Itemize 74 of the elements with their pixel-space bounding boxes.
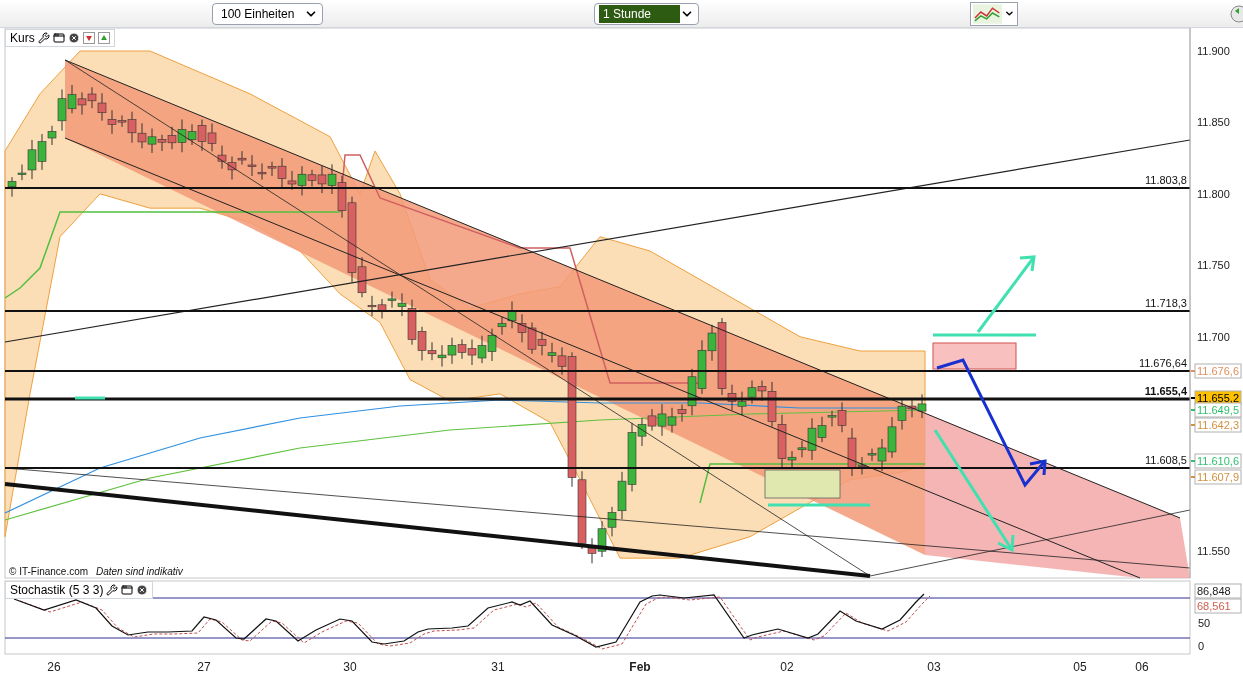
x-axis-label: 05 — [1073, 660, 1087, 674]
window-icon[interactable] — [121, 584, 134, 596]
price-tag: 11.676,6 — [1191, 363, 1242, 379]
candlestick — [507, 301, 517, 329]
candlestick — [387, 291, 397, 309]
panel-title: Stochastik (5 3 3) — [10, 582, 104, 599]
candlestick — [137, 122, 147, 149]
x-axis-label: Feb — [629, 660, 651, 674]
candlestick — [7, 176, 17, 198]
x-axis-label: 27 — [197, 660, 211, 674]
candlestick — [547, 342, 557, 364]
candlestick — [747, 379, 757, 405]
candlestick — [257, 162, 267, 181]
y-axis-label: 11.900 — [1197, 45, 1230, 57]
close-icon[interactable] — [136, 584, 149, 596]
x-axis-label: 02 — [780, 660, 794, 674]
close-icon[interactable] — [67, 32, 80, 44]
settings-icon[interactable] — [106, 584, 119, 596]
price-tag: 11.610,6 — [1191, 453, 1242, 469]
candlestick — [737, 391, 747, 416]
candlestick — [217, 145, 227, 170]
candlestick — [887, 416, 897, 459]
candlestick — [327, 163, 337, 195]
y-axis-label: 11.700 — [1197, 330, 1230, 343]
x-axis-label: 26 — [47, 660, 61, 674]
dropdown-select[interactable]: 100 Einheiten — [212, 2, 323, 25]
y-axis-label: 11.550 — [1197, 545, 1230, 557]
candlestick — [97, 92, 107, 122]
price-tag: 11.649,5 — [1191, 402, 1242, 418]
candlestick — [667, 407, 677, 434]
chart-type-button[interactable] — [970, 1, 1018, 26]
x-axis-label: 31 — [491, 660, 505, 674]
candlestick — [537, 331, 547, 356]
window-icon[interactable] — [52, 32, 65, 44]
level-label: 11.655,4 — [1144, 385, 1187, 397]
price-tag: 11.607,9 — [1191, 469, 1242, 485]
disclaimer-text: Daten sind indikativ — [96, 566, 183, 577]
caret-icon — [1004, 8, 1015, 19]
chart-icon — [973, 3, 1003, 24]
candlestick — [647, 408, 657, 432]
level-label: 11.608,5 — [1145, 454, 1187, 466]
candlestick — [597, 520, 607, 558]
candlestick — [77, 91, 87, 116]
y-axis-label: 11.800 — [1197, 187, 1230, 200]
candlestick — [447, 337, 457, 365]
level-label: 11.718,3 — [1145, 297, 1187, 309]
x-axis-label: 03 — [927, 660, 941, 674]
candlestick — [527, 321, 537, 355]
value-tag: 86,848 — [1194, 583, 1242, 599]
candlestick — [207, 123, 217, 152]
marker-line — [75, 396, 105, 400]
candlestick — [657, 403, 667, 437]
y-axis-label: 50 — [1198, 617, 1211, 629]
price-tag: 11.642,3 — [1191, 417, 1242, 433]
y-axis-label: 11.850 — [1197, 116, 1230, 129]
candlestick — [917, 393, 927, 419]
panel-title: Kurs — [10, 30, 35, 47]
settings-icon[interactable] — [37, 32, 50, 44]
candlestick — [477, 335, 487, 364]
y-axis-label: 0 — [1198, 640, 1205, 652]
value-tag: 68,561 — [1194, 598, 1242, 614]
candlestick — [457, 338, 467, 360]
x-axis-label: 30 — [343, 660, 357, 674]
level-label: 11.803,8 — [1145, 174, 1187, 186]
y-axis-label: 11.750 — [1197, 259, 1230, 272]
dropdown-select[interactable]: 1 Stunde — [594, 2, 699, 25]
candlestick — [467, 339, 477, 366]
candlestick — [517, 313, 527, 343]
candlestick — [437, 344, 447, 368]
candlestick — [87, 86, 97, 109]
copyright-text: © IT-Finance.com — [9, 566, 89, 577]
candlestick — [377, 298, 387, 319]
x-axis-label: 06 — [1135, 660, 1149, 674]
level-label: 11.676,64 — [1138, 357, 1187, 369]
